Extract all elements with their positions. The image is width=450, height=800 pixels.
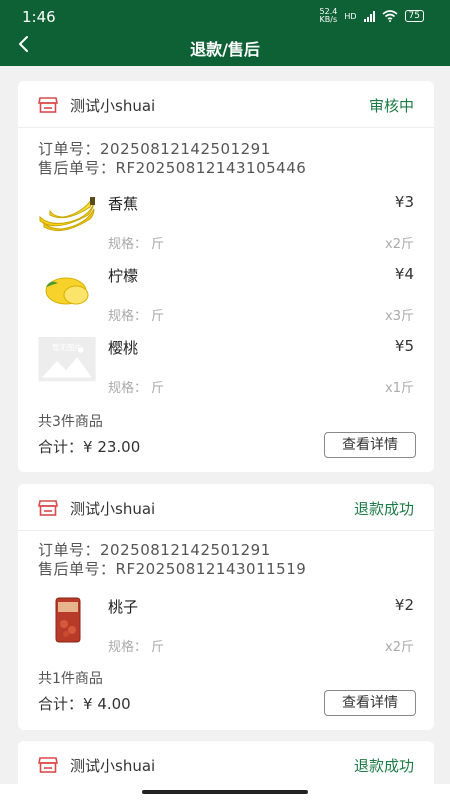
product-spec: 规格： 斤 (108, 233, 164, 252)
status-badge: 审核中 (368, 97, 414, 115)
status-bar: 1:46 52.4 KB/s HD 75 (0, 0, 450, 32)
lemon-image (45, 277, 89, 305)
net-speed-unit: KB/s (319, 15, 338, 24)
product-spec: 规格： 斤 (108, 377, 164, 396)
aftersale-number-value: RF20250812143105446 (115, 159, 307, 177)
aftersale-number: 售后单号：RF20250812143105446 (38, 157, 306, 178)
battery-icon: 75 (404, 10, 424, 22)
order-number-label: 订单号： (38, 541, 101, 559)
product-quantity: x1斤 (385, 381, 414, 396)
spec-label: 规格： (108, 381, 148, 396)
order-card[interactable]: 测试小shuai 审核中 订单号：20250812142501291 售后单号：… (18, 81, 434, 472)
app-header: 1:46 52.4 KB/s HD 75 退款/售后 (0, 0, 450, 66)
status-time: 1:46 (22, 8, 56, 26)
product-quantity: x2斤 (385, 237, 414, 252)
view-details-button[interactable]: 查看详情 (324, 432, 416, 458)
banana-image (39, 197, 95, 232)
total-value: ¥ 23.00 (83, 438, 141, 456)
order-number: 订单号：20250812142501291 (38, 138, 271, 159)
signal-icon (363, 10, 375, 22)
store-name: 测试小shuai (70, 97, 156, 115)
view-details-button[interactable]: 查看详情 (324, 690, 416, 716)
spec-value: 斤 (151, 309, 165, 324)
total-value: ¥ 4.00 (83, 695, 131, 713)
store-name: 测试小shuai (70, 757, 156, 775)
status-badge: 退款成功 (353, 757, 414, 775)
total-label: 合计： (38, 438, 84, 456)
product-item[interactable]: 柠檬 ¥4 规格： 斤 x3斤 (18, 261, 434, 331)
store-name: 测试小shuai (70, 500, 156, 518)
spec-label: 规格： (108, 237, 148, 252)
product-quantity: x3斤 (385, 309, 414, 324)
product-spec: 规格： 斤 (108, 305, 164, 324)
placeholder-image: 暂无图片 (38, 337, 96, 382)
spec-label: 规格： (108, 640, 148, 655)
order-total: 合计：¥ 23.00 (38, 436, 140, 457)
order-number-value: 20250812142501291 (100, 541, 271, 559)
product-item[interactable]: 香蕉 ¥3 规格： 斤 x2斤 (18, 189, 434, 259)
page-title: 退款/售后 (190, 40, 260, 59)
product-price: ¥2 (394, 596, 414, 614)
store-icon (38, 97, 58, 113)
product-price: ¥4 (394, 265, 414, 283)
store-icon (38, 757, 58, 773)
wifi-icon (382, 10, 398, 22)
order-number-value: 20250812142501291 (100, 140, 271, 158)
aftersale-number-label: 售后单号： (38, 560, 116, 578)
order-total: 合计：¥ 4.00 (38, 693, 131, 714)
product-name: 桃子 (108, 598, 139, 616)
peach-package-image (55, 597, 81, 643)
total-label: 合计： (38, 695, 84, 713)
order-number-label: 订单号： (38, 140, 101, 158)
product-price: ¥3 (394, 193, 414, 211)
status-icons: 52.4 KB/s HD 75 (320, 8, 424, 24)
product-price: ¥5 (394, 337, 414, 355)
product-name: 柠檬 (108, 267, 139, 285)
spec-value: 斤 (151, 640, 165, 655)
product-item[interactable]: 暂无图片 樱桃 ¥5 规格： 斤 x1斤 (18, 333, 434, 403)
status-badge: 退款成功 (353, 500, 414, 518)
hd-label: HD (344, 11, 357, 21)
aftersale-number-label: 售后单号： (38, 159, 116, 177)
card-header: 测试小shuai 退款成功 (18, 741, 434, 788)
spec-value: 斤 (151, 381, 165, 396)
spec-label: 规格： (108, 309, 148, 324)
card-header: 测试小shuai 审核中 (18, 81, 434, 128)
store-icon (38, 500, 58, 516)
net-speed: 52.4 KB/s (320, 8, 338, 24)
home-indicator[interactable] (142, 790, 308, 794)
spec-value: 斤 (151, 237, 165, 252)
product-name: 樱桃 (108, 339, 139, 357)
order-number: 订单号：20250812142501291 (38, 539, 271, 560)
card-header: 测试小shuai 退款成功 (18, 484, 434, 531)
aftersale-number: 售后单号：RF20250812143011519 (38, 558, 306, 579)
placeholder-text: 暂无图片 (52, 343, 82, 352)
item-count: 共1件商品 (38, 671, 103, 687)
product-name: 香蕉 (108, 195, 139, 213)
product-quantity: x2斤 (385, 640, 414, 655)
product-spec: 规格： 斤 (108, 636, 164, 655)
order-card[interactable]: 测试小shuai 退款成功 订单号：20250812142501291 售后单号… (18, 484, 434, 730)
item-count: 共3件商品 (38, 414, 103, 430)
aftersale-number-value: RF20250812143011519 (115, 560, 307, 578)
product-item[interactable]: 桃子 ¥2 规格： 斤 x2斤 (18, 592, 434, 662)
